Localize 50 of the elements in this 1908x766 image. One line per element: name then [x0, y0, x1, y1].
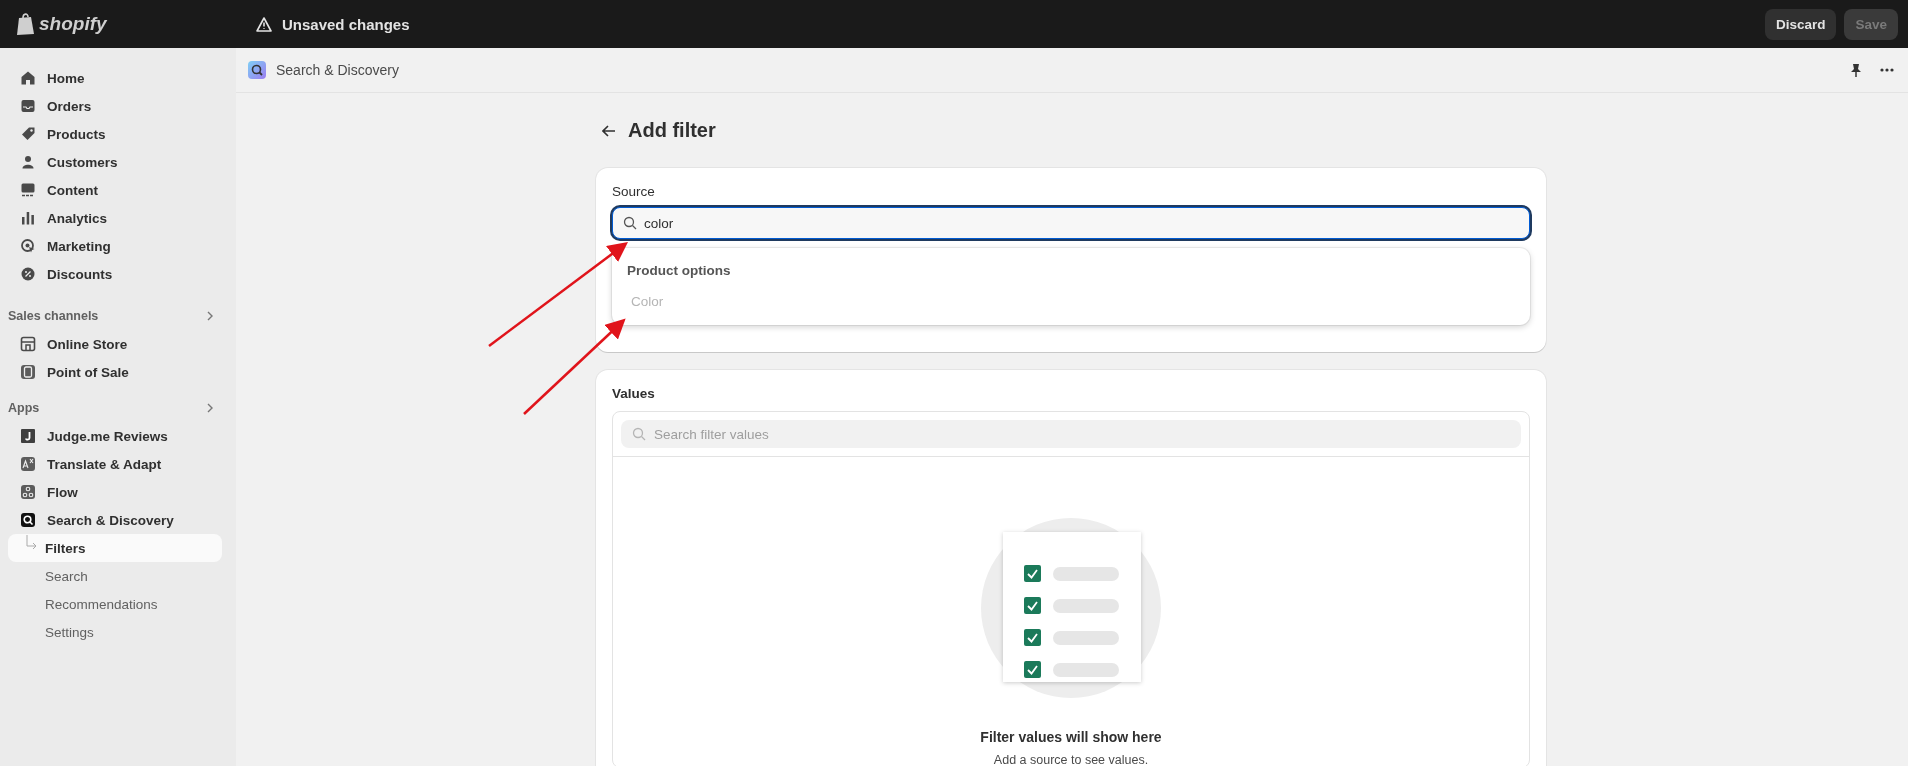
nav-item[interactable]: Marketing	[8, 232, 226, 260]
app-title: Search & Discovery	[276, 62, 399, 78]
source-search-field[interactable]: color	[612, 207, 1530, 239]
target-icon	[20, 238, 36, 254]
nav-subitem[interactable]: Filters	[8, 534, 222, 562]
search-icon	[632, 427, 646, 441]
filter-values-search-field[interactable]: Search filter values	[621, 420, 1521, 448]
nav-subitem[interactable]: Settings	[8, 618, 222, 646]
logo-wordmark[interactable]: shopify	[39, 13, 107, 35]
nav-item[interactable]: Customers	[8, 148, 226, 176]
nav-item[interactable]: Flow	[8, 478, 226, 506]
chevron-right-icon[interactable]	[206, 403, 214, 413]
nav-item[interactable]: Discounts	[8, 260, 226, 288]
more-icon[interactable]	[1880, 68, 1894, 72]
tag-icon	[20, 126, 36, 142]
app-logo-icon	[248, 61, 266, 79]
nav-item[interactable]: Online Store	[8, 330, 226, 358]
empty-state-title: Filter values will show here	[980, 729, 1162, 745]
nav-item[interactable]: Home	[8, 64, 226, 92]
dropdown-group-heading: Product options	[626, 262, 732, 280]
branch-line-icon	[25, 535, 39, 551]
nav-item[interactable]: Translate & Adapt	[8, 450, 226, 478]
chart-icon	[20, 210, 36, 226]
pin-icon[interactable]	[1850, 63, 1862, 77]
nav-item[interactable]: Analytics	[8, 204, 226, 232]
field-label: Source	[612, 184, 656, 199]
section-heading: Apps	[8, 401, 40, 415]
card-title: Values	[612, 386, 656, 401]
person-icon	[20, 154, 36, 170]
nav-item[interactable]: Orders	[8, 92, 226, 120]
nav-subitem[interactable]: Search	[8, 562, 222, 590]
nav-item[interactable]: Content	[8, 176, 226, 204]
nav-item[interactable]: Products	[8, 120, 226, 148]
search-icon	[623, 216, 637, 230]
warning-icon	[256, 16, 272, 32]
empty-state-text: Add a source to see values.	[993, 753, 1149, 766]
shopping-bag-icon	[16, 12, 36, 36]
section-heading: Sales channels	[8, 309, 99, 323]
home-icon	[20, 70, 36, 86]
discard-button[interactable]: Discard	[1764, 8, 1837, 40]
nav-item[interactable]: Judge.me Reviews	[8, 422, 226, 450]
chevron-right-icon[interactable]	[206, 311, 214, 321]
nav-item[interactable]: Point of Sale	[8, 358, 226, 386]
back-arrow-icon[interactable]	[602, 124, 616, 137]
nav-item[interactable]: Search & Discovery	[8, 506, 226, 534]
unsaved-changes-text: Unsaved changes	[282, 15, 410, 33]
page-title: Add filter	[628, 119, 716, 142]
store-icon	[20, 336, 36, 352]
nav-subitem[interactable]: Recommendations	[8, 590, 222, 618]
discount-icon	[20, 266, 36, 282]
